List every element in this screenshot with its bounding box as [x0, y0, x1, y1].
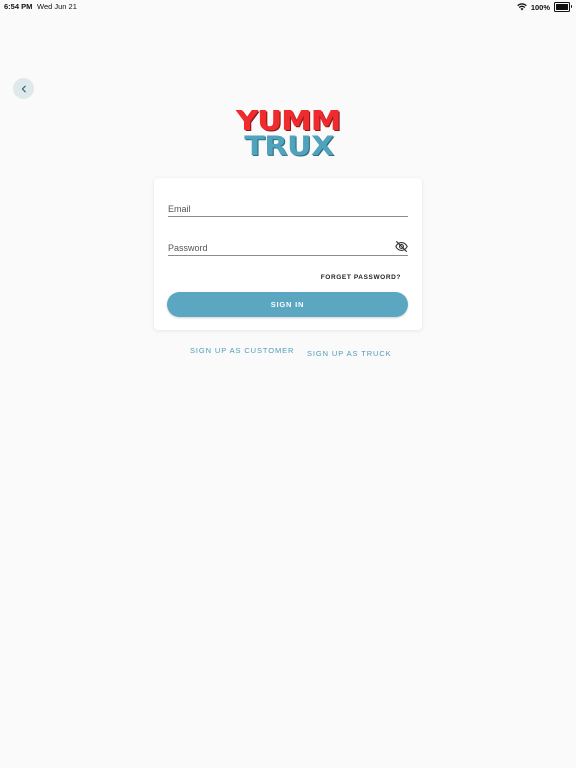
login-card: FORGET PASSWORD? SIGN IN [154, 178, 422, 330]
chevron-left-icon [21, 85, 26, 92]
forgot-password-link[interactable]: FORGET PASSWORD? [321, 274, 401, 281]
sign-up-customer-link[interactable]: SIGN UP AS CUSTOMER [190, 346, 294, 355]
email-input[interactable] [168, 204, 388, 214]
email-field[interactable] [168, 194, 408, 217]
status-bar: 6:54 PM Wed Jun 21 100% [0, 0, 576, 14]
logo-line-trux: TRUX [244, 131, 334, 162]
status-date: Wed Jun 21 [37, 2, 77, 11]
battery-percent: 100% [530, 2, 550, 12]
sign-up-truck-link[interactable]: SIGN UP AS TRUCK [307, 349, 392, 358]
password-field[interactable] [168, 233, 408, 256]
back-button[interactable] [13, 78, 34, 99]
app-logo: YUMM TRUX [230, 108, 348, 164]
eye-off-icon[interactable] [395, 241, 408, 252]
battery-icon [554, 2, 572, 12]
password-input[interactable] [168, 243, 388, 253]
status-indicators: 100% [517, 2, 572, 12]
sign-in-button[interactable]: SIGN IN [167, 292, 408, 317]
status-time: 6:54 PM [4, 2, 33, 11]
wifi-icon [517, 3, 527, 11]
